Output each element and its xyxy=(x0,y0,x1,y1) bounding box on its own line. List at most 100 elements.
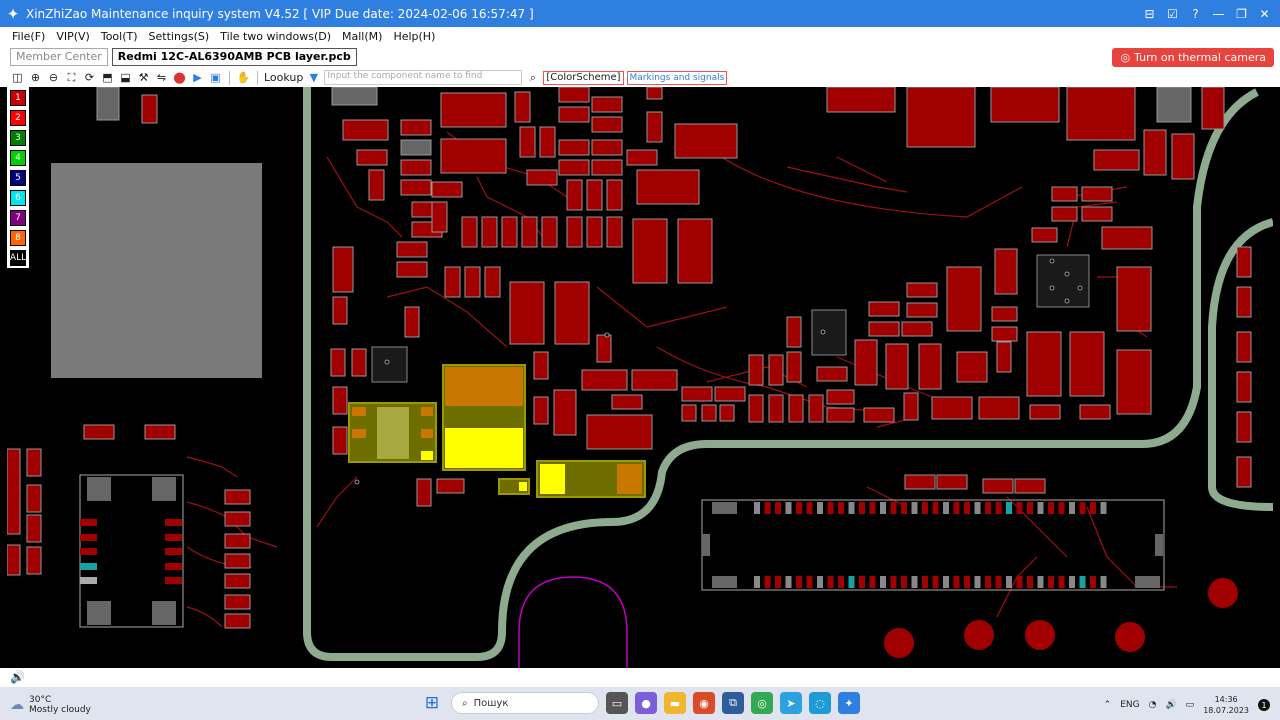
connector-pin[interactable] xyxy=(985,576,991,588)
battery-icon[interactable]: ▭ xyxy=(1186,700,1195,710)
connector-pin[interactable] xyxy=(838,502,844,514)
windows-start-icon[interactable]: ⊞ xyxy=(420,691,444,715)
connector-pin[interactable] xyxy=(932,502,939,514)
menu-help[interactable]: Help(H) xyxy=(393,30,435,43)
connector-pin[interactable] xyxy=(1069,576,1075,588)
rotate-icon[interactable]: ⟳ xyxy=(82,70,97,85)
connector-pin[interactable] xyxy=(859,576,865,588)
connector-pin[interactable] xyxy=(869,502,876,514)
connector-pin[interactable] xyxy=(764,502,771,514)
app-icon-orange[interactable]: ◉ xyxy=(693,692,715,714)
tab-pcb-file[interactable]: Redmi 12C-AL6390AMB PCB layer.pcb xyxy=(111,48,357,66)
connector-end-pad[interactable] xyxy=(712,502,737,514)
connector-pin[interactable] xyxy=(943,502,949,514)
connector-pin[interactable] xyxy=(1069,502,1075,514)
connector-pin[interactable] xyxy=(953,576,960,588)
connector-pin[interactable] xyxy=(827,576,834,588)
connector-end-pad[interactable] xyxy=(1135,576,1160,588)
connector-pin[interactable] xyxy=(932,576,939,588)
connector-pin[interactable] xyxy=(817,576,823,588)
split-view-icon[interactable]: ◫ xyxy=(10,70,25,85)
shield-can[interactable] xyxy=(51,163,262,378)
hand-icon[interactable]: ✋ xyxy=(236,70,251,85)
pcb-canvas[interactable] xyxy=(7,87,1273,668)
language-indicator[interactable]: ENG xyxy=(1120,700,1139,710)
connector-pin[interactable] xyxy=(890,502,897,514)
connector-pin[interactable] xyxy=(1006,502,1012,514)
chat-icon[interactable]: ● xyxy=(635,692,657,714)
connector-pin[interactable] xyxy=(1027,502,1033,514)
connector-pin[interactable] xyxy=(796,576,802,588)
connector-pin[interactable] xyxy=(859,502,865,514)
connector-pin[interactable] xyxy=(911,502,918,514)
menu-tool[interactable]: Tool(T) xyxy=(101,30,138,43)
layer-button-5[interactable]: 5 xyxy=(10,170,26,186)
connector-pin[interactable] xyxy=(848,502,855,514)
connector-pin[interactable] xyxy=(806,576,813,588)
tab-member-center[interactable]: Member Center xyxy=(10,48,108,66)
layer-button-1[interactable]: 1 xyxy=(10,90,26,106)
speaker-icon[interactable]: 🔊 xyxy=(10,670,25,684)
zoom-in-icon[interactable]: ⊕ xyxy=(28,70,43,85)
skin-icon[interactable]: ⊟ xyxy=(1140,7,1159,21)
layer-button-7[interactable]: 7 xyxy=(10,210,26,226)
play-icon[interactable]: ▶ xyxy=(190,70,205,85)
connector-pin[interactable] xyxy=(1037,502,1044,514)
layer-button-8[interactable]: 8 xyxy=(10,230,26,246)
wifi-icon[interactable]: ◔ xyxy=(1149,700,1157,710)
menu-settings[interactable]: Settings(S) xyxy=(149,30,210,43)
maximize-button[interactable]: ❐ xyxy=(1232,7,1251,21)
thermal-camera-button[interactable]: ◎ Turn on thermal camera xyxy=(1112,48,1274,67)
connector-pin[interactable] xyxy=(922,502,928,514)
connector-pin[interactable] xyxy=(1100,576,1107,588)
connector-pin[interactable] xyxy=(785,502,792,514)
app-icon-edge[interactable]: ◌ xyxy=(809,692,831,714)
chevron-up-icon[interactable]: ⌃ xyxy=(1104,700,1112,710)
connector-pin[interactable] xyxy=(964,576,970,588)
chrome-icon[interactable]: ◎ xyxy=(751,692,773,714)
layer-button-6[interactable]: 6 xyxy=(10,190,26,206)
weather-widget[interactable]: ☁ 30°C Mostly cloudy xyxy=(10,695,91,715)
close-button[interactable]: ✕ xyxy=(1255,7,1274,21)
xinzhizao-app-icon[interactable]: ✦ xyxy=(838,692,860,714)
menu-file[interactable]: File(F) xyxy=(12,30,45,43)
menu-mall[interactable]: Mall(M) xyxy=(342,30,382,43)
connector-pin[interactable] xyxy=(764,576,771,588)
connector-pin[interactable] xyxy=(995,502,1002,514)
layer-button-2[interactable]: 2 xyxy=(10,110,26,126)
connector-pin[interactable] xyxy=(911,576,918,588)
connector-end-pad[interactable] xyxy=(712,576,737,588)
connector-pin[interactable] xyxy=(754,502,760,514)
zoom-out-icon[interactable]: ⊖ xyxy=(46,70,61,85)
connector-pin[interactable] xyxy=(880,576,886,588)
connector-pin[interactable] xyxy=(1006,576,1012,588)
search-icon[interactable]: ⌕ xyxy=(525,70,540,85)
notification-icon[interactable]: 1 xyxy=(1258,699,1270,711)
connector-pin[interactable] xyxy=(943,576,949,588)
connector-pin[interactable] xyxy=(1048,576,1054,588)
connector-pin[interactable] xyxy=(1058,502,1065,514)
task-view-icon[interactable]: ▭ xyxy=(606,692,628,714)
menu-tile[interactable]: Tile two windows(D) xyxy=(220,30,331,43)
minimize-button[interactable]: — xyxy=(1209,7,1228,21)
connector-pin[interactable] xyxy=(953,502,960,514)
layer-button-3[interactable]: 3 xyxy=(10,130,26,146)
select-icon[interactable]: ▣ xyxy=(208,70,223,85)
mirror-icon[interactable]: ⇋ xyxy=(154,70,169,85)
connector-end-pad[interactable] xyxy=(1155,534,1163,556)
chevron-down-icon[interactable]: ▼ xyxy=(306,70,321,85)
connector-pin[interactable] xyxy=(817,502,823,514)
connector-pin[interactable] xyxy=(1016,576,1023,588)
brush-icon[interactable]: ⚒ xyxy=(136,70,151,85)
connector-pin[interactable] xyxy=(1100,502,1107,514)
connector-pin[interactable] xyxy=(1058,576,1065,588)
layer-toggle-icon[interactable]: ⬤ xyxy=(172,70,187,85)
connector-pin[interactable] xyxy=(901,502,907,514)
file-explorer-icon[interactable]: ▬ xyxy=(664,692,686,714)
connector-pin[interactable] xyxy=(806,502,813,514)
menu-vip[interactable]: VIP(V) xyxy=(56,30,90,43)
connector-pin[interactable] xyxy=(890,576,897,588)
connector-pin[interactable] xyxy=(775,576,781,588)
fit-view-icon[interactable]: ⛶ xyxy=(64,70,79,85)
connector-pin[interactable] xyxy=(995,576,1002,588)
